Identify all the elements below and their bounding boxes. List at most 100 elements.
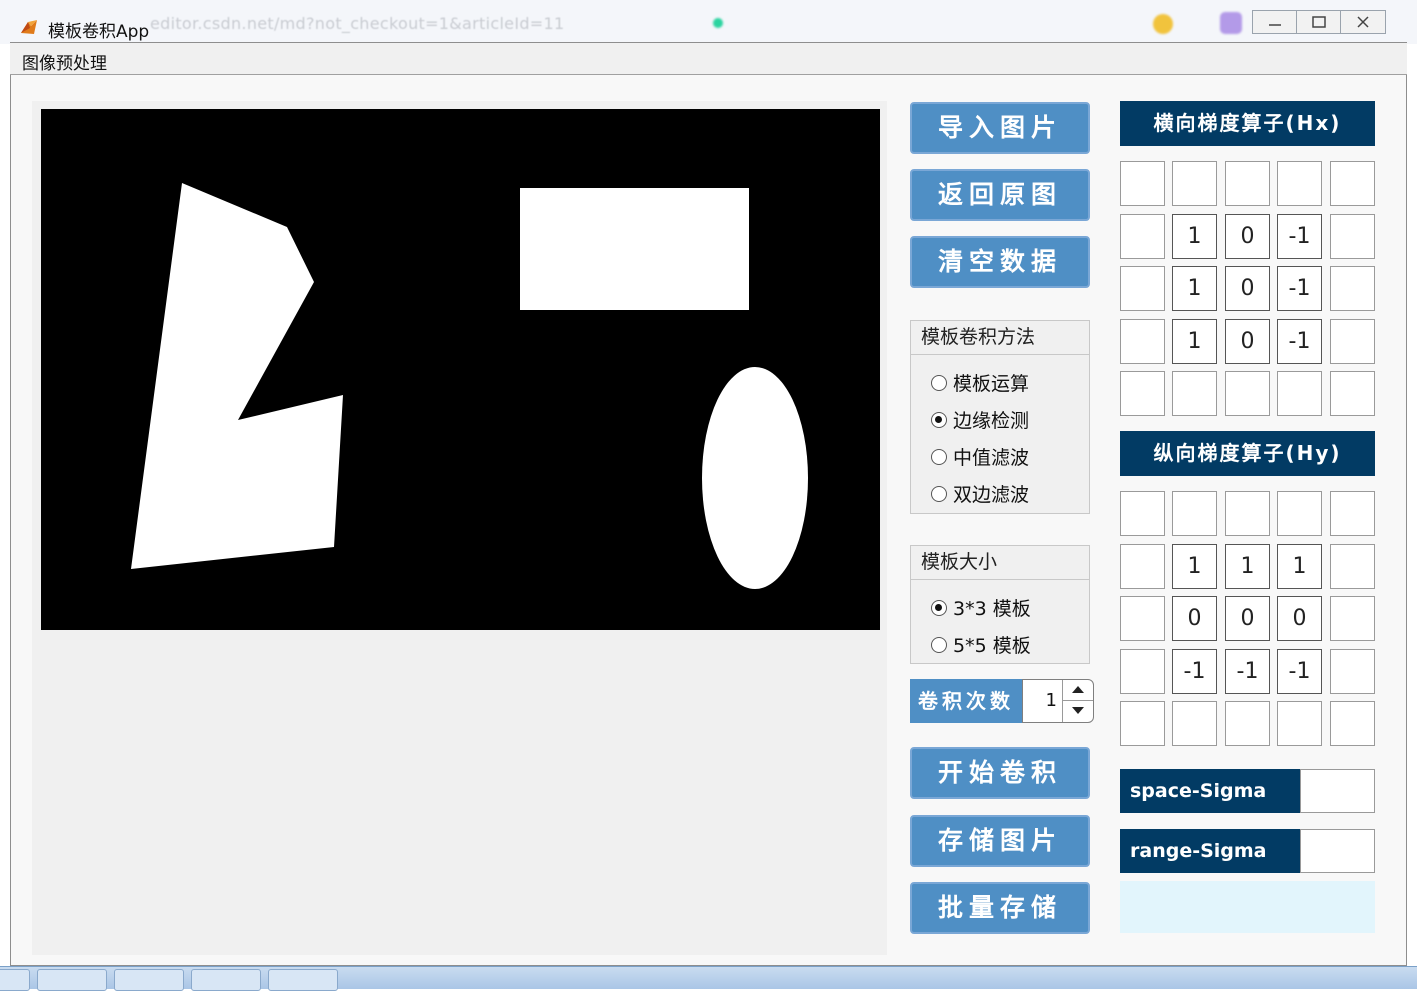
hy-cell[interactable] (1120, 596, 1165, 641)
method-option-edge[interactable]: 边缘检测 (931, 406, 1029, 433)
hx-cell[interactable] (1120, 318, 1165, 364)
hy-cell[interactable] (1120, 543, 1165, 589)
hy-cell[interactable] (1330, 596, 1375, 641)
hy-cell[interactable] (1330, 648, 1375, 694)
method-panel: 模板卷积方法 模板运算 边缘检测 中值滤波 双边滤波 (910, 320, 1090, 514)
template-size-title: 模板大小 (911, 546, 1089, 580)
size-option-label: 5*5 模板 (953, 635, 1031, 657)
hx-cell[interactable]: 1 (1172, 266, 1217, 311)
size-option-5x5[interactable]: 5*5 模板 (931, 631, 1031, 658)
hy-cell[interactable]: 1 (1225, 543, 1270, 589)
hx-cell[interactable] (1330, 213, 1375, 259)
hy-cell[interactable] (1120, 491, 1165, 536)
radio-icon (931, 374, 947, 391)
hx-cell[interactable]: 0 (1225, 318, 1270, 364)
hy-cell[interactable]: -1 (1225, 648, 1270, 694)
hx-cell[interactable]: -1 (1277, 318, 1322, 364)
range-sigma-label: range-Sigma (1120, 829, 1300, 873)
hx-cell[interactable] (1120, 161, 1165, 206)
iterations-spinner[interactable]: 1 (1022, 679, 1094, 723)
white-ellipse-shape (702, 367, 808, 589)
iterations-label: 卷积次数 (910, 679, 1022, 723)
hx-cell[interactable] (1172, 161, 1217, 206)
hy-cell[interactable]: -1 (1277, 648, 1322, 694)
batch-save-button[interactable]: 批量存储 (910, 882, 1090, 934)
method-option-label: 模板运算 (953, 373, 1030, 395)
hx-header: 横向梯度算子(Hx) (1120, 101, 1375, 146)
method-panel-title: 模板卷积方法 (911, 321, 1089, 355)
hy-cell[interactable] (1277, 491, 1322, 536)
hy-cell[interactable] (1330, 701, 1375, 746)
hy-cell[interactable] (1172, 491, 1217, 536)
hx-cell[interactable] (1225, 371, 1270, 416)
hx-cell[interactable]: -1 (1277, 266, 1322, 311)
hx-cell[interactable] (1277, 371, 1322, 416)
method-option-label: 边缘检测 (953, 410, 1030, 432)
hx-cell[interactable] (1330, 371, 1375, 416)
hx-cell[interactable] (1277, 161, 1322, 206)
menu-bar: 图像预处理 (10, 43, 1407, 75)
hx-cell[interactable]: -1 (1277, 213, 1322, 259)
hy-cell[interactable] (1120, 648, 1165, 694)
size-option-label: 3*3 模板 (953, 598, 1031, 620)
start-convolution-button[interactable]: 开始卷积 (910, 747, 1090, 799)
hx-cell[interactable] (1120, 371, 1165, 416)
hx-cell[interactable] (1330, 266, 1375, 311)
spinner-down-icon[interactable] (1072, 707, 1084, 714)
hx-cell[interactable]: 0 (1225, 213, 1270, 259)
hy-cell[interactable]: 0 (1225, 596, 1270, 641)
radio-icon (931, 448, 947, 465)
hx-cell[interactable]: 1 (1172, 318, 1217, 364)
hx-cell[interactable] (1330, 161, 1375, 206)
close-button[interactable] (1340, 10, 1386, 34)
image-display (41, 109, 880, 630)
hy-cell[interactable]: 0 (1172, 596, 1217, 641)
space-sigma-input[interactable] (1300, 769, 1375, 813)
method-option-label: 中值滤波 (953, 447, 1030, 469)
hy-cell[interactable] (1330, 491, 1375, 536)
window-title: 模板卷积App (48, 22, 150, 42)
info-box (1120, 881, 1375, 933)
radio-icon (931, 485, 947, 502)
hy-cell[interactable] (1172, 701, 1217, 746)
space-sigma-label: space-Sigma (1120, 769, 1300, 813)
window-titlebar: 模板卷积App (8, 6, 1407, 42)
maximize-button[interactable] (1296, 10, 1342, 34)
hx-cell[interactable] (1330, 318, 1375, 364)
radio-selected-icon (931, 411, 947, 428)
method-option-bilateral[interactable]: 双边滤波 (931, 480, 1029, 507)
taskbar (0, 966, 1417, 991)
hy-cell[interactable] (1120, 701, 1165, 746)
hx-cell[interactable] (1225, 161, 1270, 206)
menu-image-preprocess[interactable]: 图像预处理 (22, 49, 107, 74)
method-option-median[interactable]: 中值滤波 (931, 443, 1029, 470)
clear-data-button[interactable]: 清空数据 (910, 236, 1090, 288)
hx-cell[interactable]: 1 (1172, 213, 1217, 259)
hx-cell[interactable]: 0 (1225, 266, 1270, 311)
radio-icon (931, 636, 947, 653)
size-option-3x3[interactable]: 3*3 模板 (931, 594, 1031, 621)
import-image-button[interactable]: 导入图片 (910, 102, 1090, 154)
hx-cell[interactable] (1172, 371, 1217, 416)
range-sigma-input[interactable] (1300, 829, 1375, 873)
iterations-value[interactable]: 1 (1046, 690, 1057, 711)
hy-header: 纵向梯度算子(Hy) (1120, 431, 1375, 476)
hy-cell[interactable] (1277, 701, 1322, 746)
restore-image-button[interactable]: 返回原图 (910, 169, 1090, 221)
template-size-panel: 模板大小 3*3 模板 5*5 模板 (910, 545, 1090, 664)
hy-cell[interactable]: 1 (1277, 543, 1322, 589)
hy-cell[interactable]: 0 (1277, 596, 1322, 641)
hy-cell[interactable]: 1 (1172, 543, 1217, 589)
hy-cell[interactable] (1330, 543, 1375, 589)
hx-cell[interactable] (1120, 266, 1165, 311)
method-option-template[interactable]: 模板运算 (931, 369, 1029, 396)
matlab-icon (21, 20, 37, 34)
hy-cell[interactable]: -1 (1172, 648, 1217, 694)
hx-cell[interactable] (1120, 213, 1165, 259)
hy-cell[interactable] (1225, 491, 1270, 536)
save-image-button[interactable]: 存储图片 (910, 815, 1090, 867)
hy-cell[interactable] (1225, 701, 1270, 746)
minimize-button[interactable] (1252, 10, 1298, 34)
spinner-up-icon[interactable] (1072, 686, 1084, 693)
minimize-icon (1269, 24, 1281, 26)
